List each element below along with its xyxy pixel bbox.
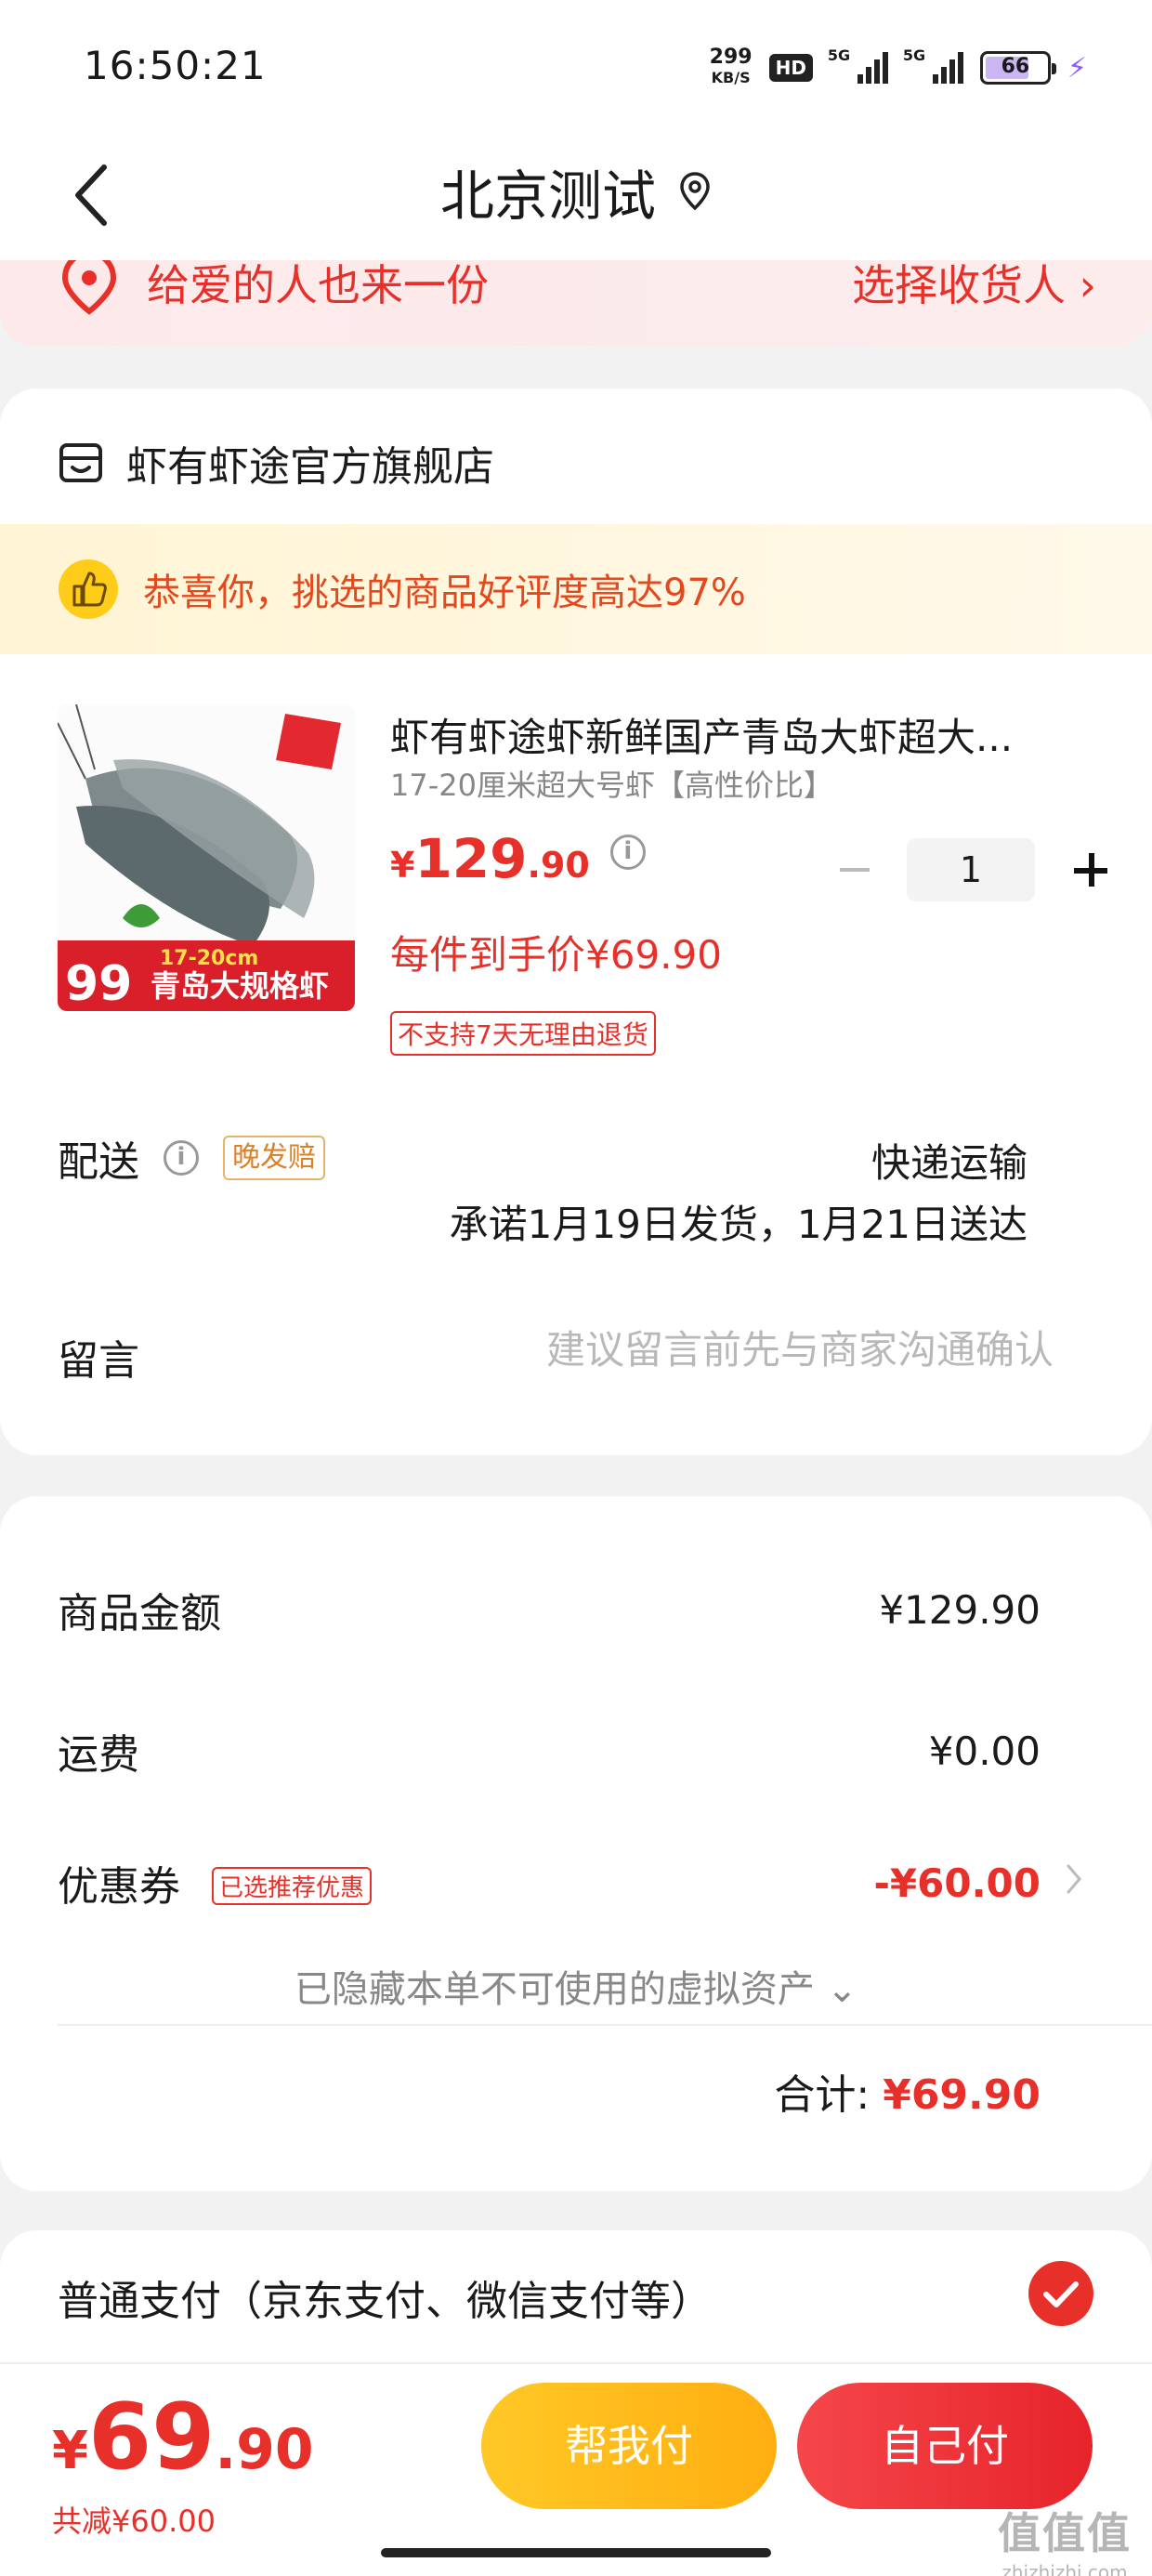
net-speed-value: 299 [709, 46, 753, 69]
total-row: 合计: ¥69.90 [774, 2061, 1041, 2121]
quantity-stepper: 1 [827, 838, 1119, 901]
coupon-label: 优惠券 [58, 1863, 180, 1911]
praise-banner: 恭喜你，挑选的商品好评度高达97% [0, 524, 1152, 654]
product-spec: 17-20厘米超大号虾【高性价比】 [390, 768, 833, 803]
charging-icon: ⚡ [1067, 51, 1087, 85]
net-speed-unit: KB/S [711, 69, 751, 86]
home-indicator[interactable] [381, 2548, 771, 2557]
goods-amount-label: 商品金额 [58, 1590, 221, 1637]
image-name-label: 青岛大规格虾 [151, 968, 329, 1004]
signal-icon: 5G [828, 46, 888, 84]
gift-banner[interactable]: 给爱的人也来一份 选择收货人 › [0, 260, 1152, 346]
product-price: ¥ 129 .90 [390, 827, 646, 890]
status-time: 16:50:21 [84, 43, 267, 88]
price-currency: ¥ [390, 845, 415, 886]
shop-name: 虾有虾途官方旗舰店 [126, 443, 494, 491]
price-info-icon[interactable] [609, 835, 646, 870]
payment-method-label: 普通支付（京东支付、微信支付等） [58, 2278, 712, 2325]
coupon-row[interactable]: 优惠券 已选推荐优惠 -¥60.00 [58, 1853, 1041, 1912]
product-image[interactable]: 99 17-20cm 青岛大规格虾 [58, 704, 355, 1011]
watermark-main: 值值值 [998, 2508, 1132, 2558]
message-label: 留言 [58, 1337, 139, 1385]
message-input[interactable] [385, 1327, 1054, 1373]
battery-level: 66 [1001, 55, 1030, 78]
product-title[interactable]: 虾有虾途虾新鲜国产青岛大虾超大... [390, 706, 1059, 763]
choose-recipient-link[interactable]: 选择收货人 › [852, 260, 1096, 313]
battery-icon: 66 [979, 51, 1056, 85]
status-bar: 16:50:21 299 KB/S HD 5G 5G 66 ⚡ [0, 0, 1152, 130]
hd-icon: HD [768, 54, 813, 82]
image-size-label: 17-20cm [160, 947, 258, 970]
gift-text: 给爱的人也来一份 [147, 260, 489, 310]
nav-title-group[interactable]: 北京测试 [0, 152, 1152, 230]
shipping-label: 运费 [58, 1731, 139, 1779]
status-icons: 299 KB/S HD 5G 5G 66 ⚡ [710, 45, 1087, 91]
delivery-label-group: 配送 晚发赔 [58, 1128, 325, 1188]
total-discount: 共减¥60.00 [52, 2504, 216, 2539]
praise-text: 恭喜你，挑选的商品好评度高达97% [143, 572, 746, 614]
coupon-value: -¥60.00 [873, 1860, 1041, 1906]
delivery-info-icon[interactable] [164, 1140, 199, 1176]
delivery-promise: 承诺1月19日发货，1月21日送达 [449, 1202, 1028, 1247]
pay-myself-button[interactable]: 自己付 [797, 2383, 1093, 2509]
checked-icon[interactable] [1028, 2260, 1094, 2327]
watermark-sub: zhizhizhi.com [1001, 2561, 1128, 2576]
signal-icon-2: 5G [903, 46, 963, 84]
decrease-quantity-button[interactable] [827, 842, 883, 898]
price-integer: 129 [414, 827, 528, 890]
image-price-label: 99 [65, 956, 132, 1011]
increase-quantity-button[interactable] [1063, 842, 1119, 898]
no-return-badge: 不支持7天无理由退货 [390, 1011, 656, 1056]
order-item-card: 虾有虾途官方旗舰店 恭喜你，挑选的商品好评度高达97% 99 17-20cm 青… [0, 388, 1152, 1455]
help-me-pay-button[interactable]: 帮我付 [481, 2383, 777, 2509]
location-pin-icon [680, 172, 710, 211]
bottom-action-bar: ¥ 69 .90 共减¥60.00 帮我付 自己付 [0, 2362, 1152, 2576]
signal-label-2: 5G [902, 46, 926, 64]
quantity-field[interactable]: 1 [907, 838, 1035, 901]
thumbs-up-icon [59, 559, 118, 619]
shipping-value: ¥0.00 [928, 1728, 1041, 1774]
watermark: 值值值 zhizhizhi.com [998, 2500, 1132, 2576]
goods-amount-row: 商品金额 ¥129.90 [58, 1580, 1041, 1639]
final-price-currency: ¥ [52, 2421, 88, 2481]
late-compensation-badge[interactable]: 晚发赔 [223, 1136, 325, 1180]
price-decimal: .90 [527, 845, 590, 886]
divider [58, 2024, 1152, 2026]
checkout-page: 16:50:21 299 KB/S HD 5G 5G 66 ⚡ 北京测试 给爱的… [0, 0, 1152, 2576]
page-title: 北京测试 [439, 164, 656, 228]
total-value: ¥69.90 [883, 2071, 1041, 2119]
net-speed: 299 KB/S [710, 47, 753, 88]
chevron-right-icon[interactable] [1063, 1860, 1085, 1898]
final-price-decimal: .90 [215, 2417, 314, 2482]
unit-final-price: 每件到手价¥69.90 [390, 932, 722, 978]
coupon-badge: 已选推荐优惠 [212, 1866, 373, 1905]
coupon-label-group: 优惠券 已选推荐优惠 [58, 1853, 373, 1912]
delivery-method[interactable]: 快递运输 [871, 1132, 1028, 1189]
location-heart-icon [61, 260, 117, 315]
final-price-integer: 69 [87, 2385, 216, 2491]
final-price: ¥ 69 .90 [52, 2385, 314, 2491]
total-label: 合计: [774, 2071, 884, 2119]
signal-label: 5G [827, 46, 851, 64]
shop-header[interactable]: 虾有虾途官方旗舰店 [58, 433, 494, 493]
shrimp-image: 99 17-20cm 青岛大规格虾 [58, 704, 355, 1011]
shipping-row: 运费 ¥0.00 [58, 1721, 1041, 1781]
store-icon [59, 443, 102, 482]
goods-amount-value: ¥129.90 [879, 1586, 1041, 1633]
nav-bar: 北京测试 [0, 130, 1152, 260]
delivery-label: 配送 [58, 1138, 139, 1186]
hidden-assets-toggle[interactable]: 已隐藏本单不可使用的虚拟资产 ⌄ [0, 1959, 1152, 2013]
